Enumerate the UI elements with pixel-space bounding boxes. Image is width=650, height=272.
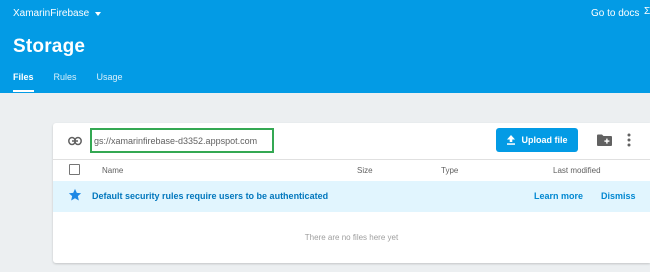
chevron-down-icon	[95, 11, 102, 16]
learn-more-link[interactable]: Learn more	[534, 191, 583, 201]
banner-message: Default security rules require users to …	[92, 191, 329, 201]
empty-state-message: There are no files here yet	[304, 233, 399, 242]
column-name[interactable]: Name	[102, 166, 123, 175]
project-selector[interactable]: XamarinFirebase	[13, 8, 102, 19]
tab-files[interactable]: Files	[13, 72, 34, 92]
star-icon	[68, 188, 82, 201]
account-icon[interactable]: Ʃ	[644, 6, 650, 17]
tab-usage[interactable]: Usage	[97, 72, 123, 92]
link-icon[interactable]	[68, 136, 82, 146]
upload-icon	[507, 135, 516, 145]
go-to-docs-link[interactable]: Go to docs	[591, 8, 639, 19]
column-last-modified[interactable]: Last modified	[553, 166, 601, 175]
upload-file-button[interactable]: Upload file	[496, 128, 578, 152]
tab-bar: Files Rules Usage	[13, 72, 143, 92]
bucket-url[interactable]: gs://xamarinfirebase-d3352.appspot.com	[90, 128, 274, 153]
more-vert-icon[interactable]	[627, 133, 631, 147]
storage-card: gs://xamarinfirebase-d3352.appspot.com U…	[53, 123, 650, 263]
security-rules-banner: Default security rules require users to …	[53, 181, 650, 212]
column-type[interactable]: Type	[441, 166, 458, 175]
app-header: XamarinFirebase Go to docs Ʃ Storage Fil…	[0, 0, 650, 93]
column-size[interactable]: Size	[357, 166, 373, 175]
page-title: Storage	[13, 36, 86, 57]
select-all-checkbox[interactable]	[69, 164, 80, 175]
table-header: Name Size Type Last modified	[53, 159, 650, 180]
upload-file-label: Upload file	[521, 135, 568, 145]
project-name: XamarinFirebase	[13, 8, 90, 19]
dismiss-button[interactable]: Dismiss	[601, 191, 636, 201]
new-folder-icon[interactable]	[597, 134, 612, 146]
tab-rules[interactable]: Rules	[54, 72, 77, 92]
